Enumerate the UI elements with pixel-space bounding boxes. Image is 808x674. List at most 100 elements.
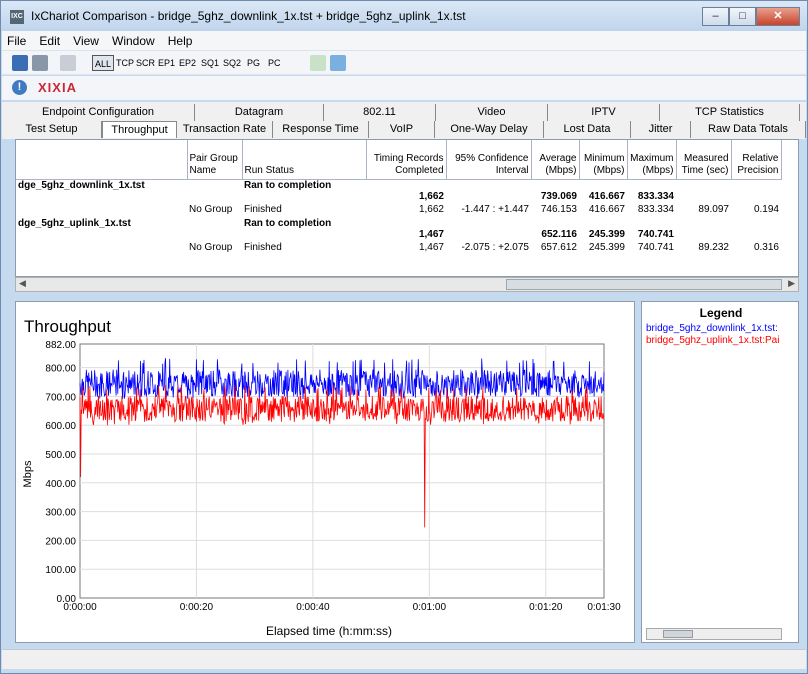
table-row[interactable]: dge_5ghz_downlink_1x.tst Ran to completi… <box>16 179 781 191</box>
menu-edit[interactable]: Edit <box>34 31 65 48</box>
filter-pg-button[interactable]: PG <box>247 55 260 71</box>
tab-video[interactable]: Video <box>436 104 548 121</box>
legend-item-downlink[interactable]: bridge_5ghz_downlink_1x.tst: <box>646 323 786 334</box>
filter-scr-button[interactable]: SCR <box>136 55 155 71</box>
legend-scroll-thumb[interactable] <box>663 630 693 638</box>
cell-minimum: 245.399 <box>588 228 625 240</box>
col-header-ci[interactable]: 95% Confidence Interval <box>446 140 532 180</box>
filter-sq1-button[interactable]: SQ1 <box>201 55 219 71</box>
tab-one-way-delay[interactable]: One-Way Delay <box>435 121 544 138</box>
table-row[interactable]: 1,662 739.069 416.667 833.334 <box>16 191 781 202</box>
tab-response-time[interactable]: Response Time <box>273 121 369 138</box>
tab-tcp-statistics[interactable]: TCP Statistics <box>660 104 800 121</box>
tab-lost-data[interactable]: Lost Data <box>544 121 631 138</box>
col-header-run-status[interactable]: Run Status <box>242 140 367 180</box>
col-header-file[interactable] <box>16 140 188 180</box>
filter-ep2-button[interactable]: EP2 <box>179 55 196 71</box>
minimize-button[interactable]: – <box>702 7 729 26</box>
tab-test-setup[interactable]: Test Setup <box>2 121 102 138</box>
tab-datagram[interactable]: Datagram <box>195 104 324 121</box>
table-horizontal-scrollbar[interactable]: ◀ ▶ <box>15 277 799 292</box>
cell-average: 746.153 <box>540 204 577 215</box>
info-icon[interactable]: ! <box>12 80 27 95</box>
group-file: dge_5ghz_downlink_1x.tst <box>18 179 145 191</box>
export-icon[interactable] <box>330 55 346 71</box>
toolbar: ALL TCP SCR EP1 EP2 SQ1 SQ2 PG PC <box>2 51 806 75</box>
col-header-average[interactable]: Average (Mbps) <box>531 140 580 180</box>
menu-file[interactable]: File <box>2 31 31 48</box>
x-tick-label: 0:01:30 <box>587 602 621 613</box>
tab-throughput[interactable]: Throughput <box>102 121 177 138</box>
scroll-thumb[interactable] <box>506 279 782 290</box>
col-header-maximum[interactable]: Maximum (Mbps) <box>627 140 677 180</box>
tab-iptv[interactable]: IPTV <box>548 104 660 121</box>
scroll-right-icon[interactable]: ▶ <box>788 278 795 289</box>
menu-bar: File Edit View Window Help <box>2 31 806 51</box>
filter-all-button[interactable]: ALL <box>92 55 115 71</box>
filter-tcp-button[interactable]: TCP <box>116 55 134 71</box>
x-tick-label: 0:00:00 <box>63 602 97 613</box>
throughput-chart: Throughput Elapsed time (h:mm:ss) Mbps 0… <box>22 317 621 638</box>
close-button[interactable]: ✕ <box>756 7 800 26</box>
table-row[interactable]: No Group Finished 1,662 -1.447 : +1.447 … <box>16 202 781 218</box>
col-header-measured-time[interactable]: Measured Time (sec) <box>676 140 732 180</box>
x-tick-label: 0:01:20 <box>529 602 563 613</box>
tab-endpoint-configuration[interactable]: Endpoint Configuration <box>2 104 195 121</box>
y-tick-label: 600.00 <box>45 421 76 432</box>
group-status: Ran to completion <box>244 179 332 191</box>
legend-horizontal-scrollbar[interactable] <box>646 628 782 640</box>
filter-pc-button[interactable]: PC <box>268 55 281 71</box>
tab-strip: Endpoint Configuration Datagram 802.11 V… <box>2 102 806 139</box>
table-row[interactable]: 1,467 652.116 245.399 740.741 <box>16 229 781 240</box>
cell-maximum: 740.741 <box>637 242 674 253</box>
y-tick-label: 100.00 <box>45 565 76 576</box>
cell-time: 89.097 <box>698 204 729 215</box>
chart-title: Throughput <box>24 317 111 336</box>
save-icon[interactable] <box>12 55 28 71</box>
col-header-precision[interactable]: Relative Precision <box>731 140 782 180</box>
cell-status: Finished <box>244 204 282 215</box>
col-header-pair-group[interactable]: Pair Group Name <box>187 140 243 180</box>
cell-minimum: 416.667 <box>588 204 625 215</box>
y-tick-label: 200.00 <box>45 536 76 547</box>
col-header-minimum[interactable]: Minimum (Mbps) <box>579 140 628 180</box>
table-row[interactable]: No Group Finished 1,467 -2.075 : +2.075 … <box>16 240 781 256</box>
tab-raw-data-totals[interactable]: Raw Data Totals <box>691 121 806 138</box>
filter-ep1-button[interactable]: EP1 <box>158 55 175 71</box>
table-row[interactable]: dge_5ghz_uplink_1x.tst Ran to completion <box>16 218 781 229</box>
logo-bar: ! XIXIA <box>2 76 806 100</box>
menu-window[interactable]: Window <box>107 31 160 48</box>
group-file: dge_5ghz_uplink_1x.tst <box>18 217 131 229</box>
filter-sq2-button[interactable]: SQ2 <box>223 55 241 71</box>
results-table: Pair Group Name Run Status Timing Record… <box>15 139 799 277</box>
legend-panel: Legend bridge_5ghz_downlink_1x.tst: brid… <box>641 301 799 643</box>
cell-records: 1,662 <box>418 204 444 215</box>
cell-time: 89.232 <box>698 242 729 253</box>
y-tick-label: 400.00 <box>45 479 76 490</box>
print-icon[interactable] <box>32 55 48 71</box>
menu-help[interactable]: Help <box>163 31 198 48</box>
title-bar[interactable]: IXC IxChariot Comparison - bridge_5ghz_d… <box>1 1 807 31</box>
tab-jitter[interactable]: Jitter <box>631 121 691 138</box>
throughput-chart-panel: Throughput Elapsed time (h:mm:ss) Mbps 0… <box>15 301 635 643</box>
y-axis-label: Mbps <box>22 460 34 487</box>
tab-transaction-rate[interactable]: Transaction Rate <box>177 121 273 138</box>
tab-voip[interactable]: VoIP <box>369 121 435 138</box>
cell-precision: 0.316 <box>753 242 779 253</box>
chart-icon[interactable] <box>310 55 326 71</box>
ixia-logo: XIXIA <box>38 80 77 95</box>
x-tick-label: 0:00:20 <box>180 602 214 613</box>
window-title: IxChariot Comparison - bridge_5ghz_downl… <box>31 9 466 23</box>
menu-view[interactable]: View <box>68 31 104 48</box>
col-header-records[interactable]: Timing Records Completed <box>366 140 447 180</box>
copy-icon[interactable] <box>60 55 76 71</box>
tab-802-11[interactable]: 802.11 <box>324 104 436 121</box>
cell-records: 1,467 <box>418 228 444 240</box>
x-tick-label: 0:01:00 <box>413 602 447 613</box>
cell-group: No Group <box>189 242 233 253</box>
scroll-left-icon[interactable]: ◀ <box>19 278 26 289</box>
status-bar <box>2 649 806 669</box>
y-tick-label: 700.00 <box>45 392 76 403</box>
legend-item-uplink[interactable]: bridge_5ghz_uplink_1x.tst:Pai <box>646 335 786 346</box>
maximize-button[interactable]: □ <box>729 7 756 26</box>
